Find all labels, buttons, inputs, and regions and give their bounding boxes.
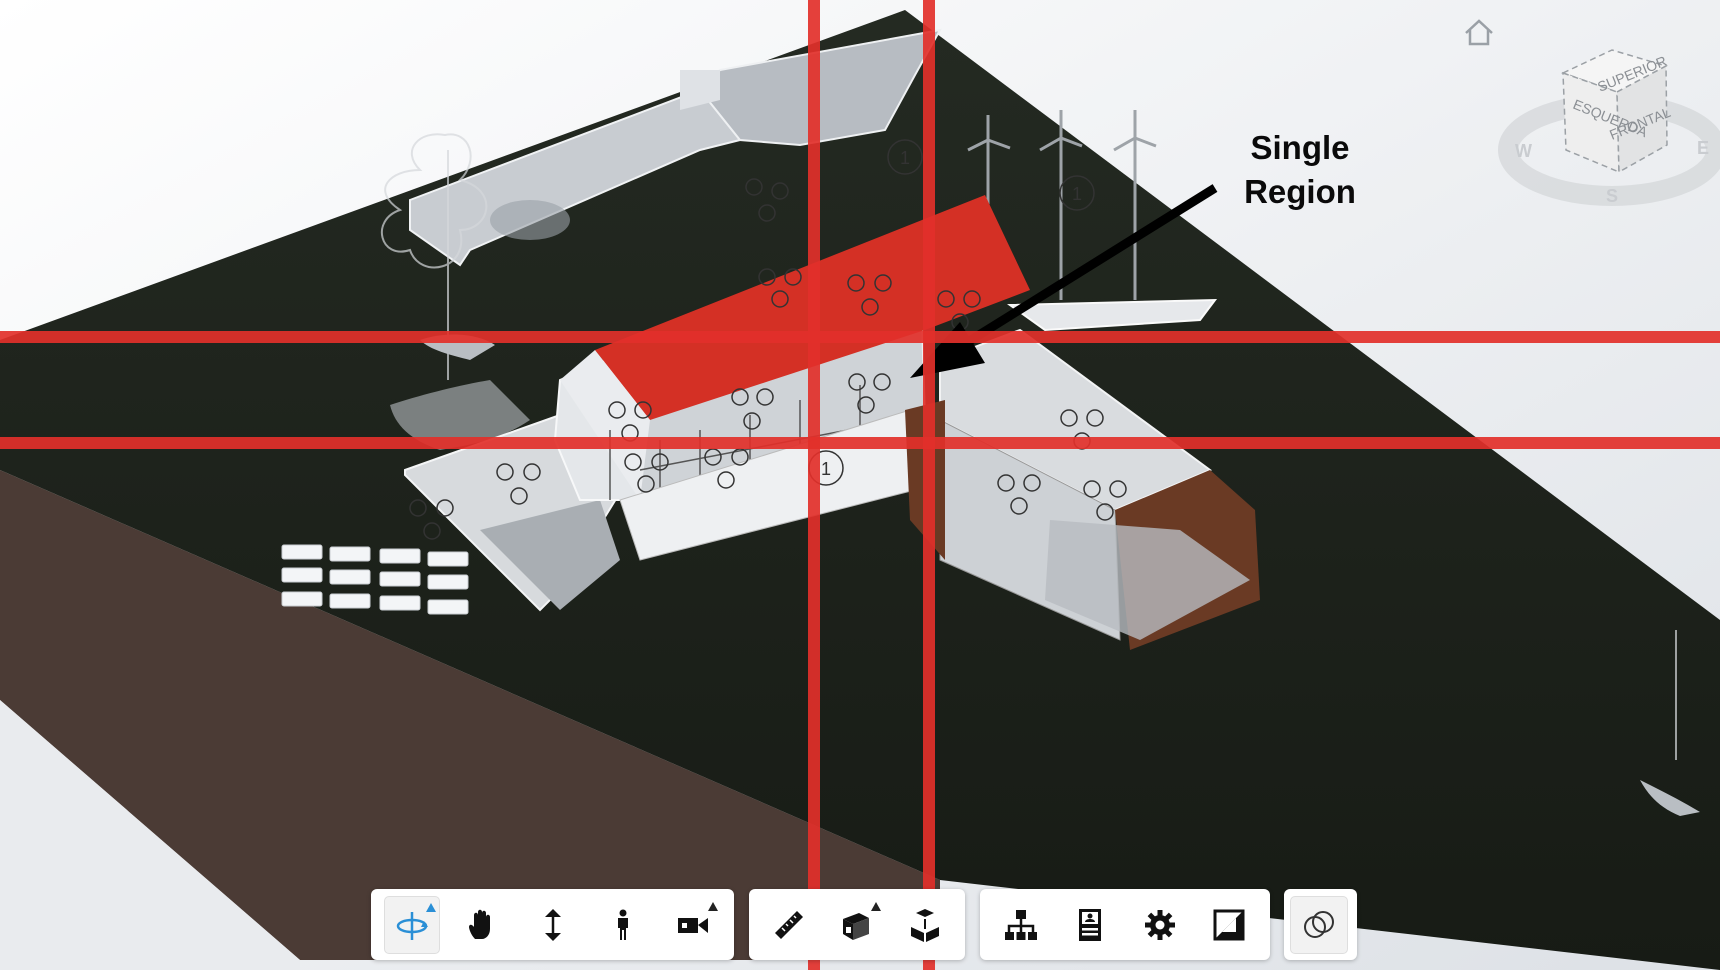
red-grid-line-horizontal-top xyxy=(0,331,1720,343)
explode-tool[interactable] xyxy=(898,896,952,954)
model-browser-tool[interactable] xyxy=(993,896,1049,954)
tag-marker-label: 1 xyxy=(1072,184,1082,204)
annotation-line-1: Single xyxy=(1250,129,1350,166)
gear-icon xyxy=(1144,909,1175,940)
compass-east-label: E xyxy=(1697,138,1709,158)
submenu-caret-icon xyxy=(426,902,437,912)
vertical-arrows-icon xyxy=(544,908,561,941)
tag-marker-label: 1 xyxy=(900,148,910,168)
red-grid-line-vertical-left xyxy=(808,0,820,970)
hand-icon xyxy=(469,909,491,939)
measure-tool[interactable] xyxy=(762,896,816,954)
annotation-line-2: Region xyxy=(1244,173,1356,210)
toolbar-extra-group xyxy=(1284,889,1357,960)
properties-icon xyxy=(1079,908,1102,941)
annotation-label: Single Region xyxy=(1190,126,1410,214)
compass-south-label: S xyxy=(1606,186,1618,206)
section-box-icon xyxy=(843,912,869,940)
orbit-tool[interactable] xyxy=(384,895,441,954)
red-grid-line-vertical-right xyxy=(923,0,935,970)
toolbar-navigation-group xyxy=(371,889,734,960)
zoom-tool[interactable] xyxy=(524,896,580,954)
explode-cube-icon xyxy=(911,908,939,942)
model-scene[interactable]: 1 1 1 W E S SUPERIOR FRONTAL ESQUERDA xyxy=(0,0,1720,970)
3d-viewport[interactable]: 1 1 1 W E S SUPERIOR FRONTAL ESQUERDA Si… xyxy=(0,0,1720,970)
camera-tool[interactable] xyxy=(665,896,721,954)
submenu-caret-icon xyxy=(708,901,718,911)
pan-tool[interactable] xyxy=(454,896,510,954)
submenu-caret-icon xyxy=(871,901,881,911)
first-person-tool[interactable] xyxy=(595,896,651,954)
red-grid-line-horizontal-bottom xyxy=(0,437,1720,449)
toolbar-settings-group xyxy=(980,889,1270,960)
settings-tool[interactable] xyxy=(1132,896,1188,954)
compare-tool[interactable] xyxy=(1290,895,1348,954)
orbit-icon xyxy=(396,911,429,940)
hierarchy-icon xyxy=(1004,909,1037,940)
section-tool[interactable] xyxy=(830,896,884,954)
tag-marker-label: 1 xyxy=(821,459,831,479)
overlap-circles-icon xyxy=(1304,910,1334,938)
video-camera-icon xyxy=(677,917,708,933)
toolbar-analysis-group xyxy=(749,889,965,960)
ruler-icon xyxy=(775,910,803,939)
compass-west-label: W xyxy=(1515,141,1532,161)
fullscreen-icon xyxy=(1213,909,1245,940)
person-icon xyxy=(617,909,628,940)
fullscreen-tool[interactable] xyxy=(1202,896,1258,954)
properties-tool[interactable] xyxy=(1063,896,1119,954)
